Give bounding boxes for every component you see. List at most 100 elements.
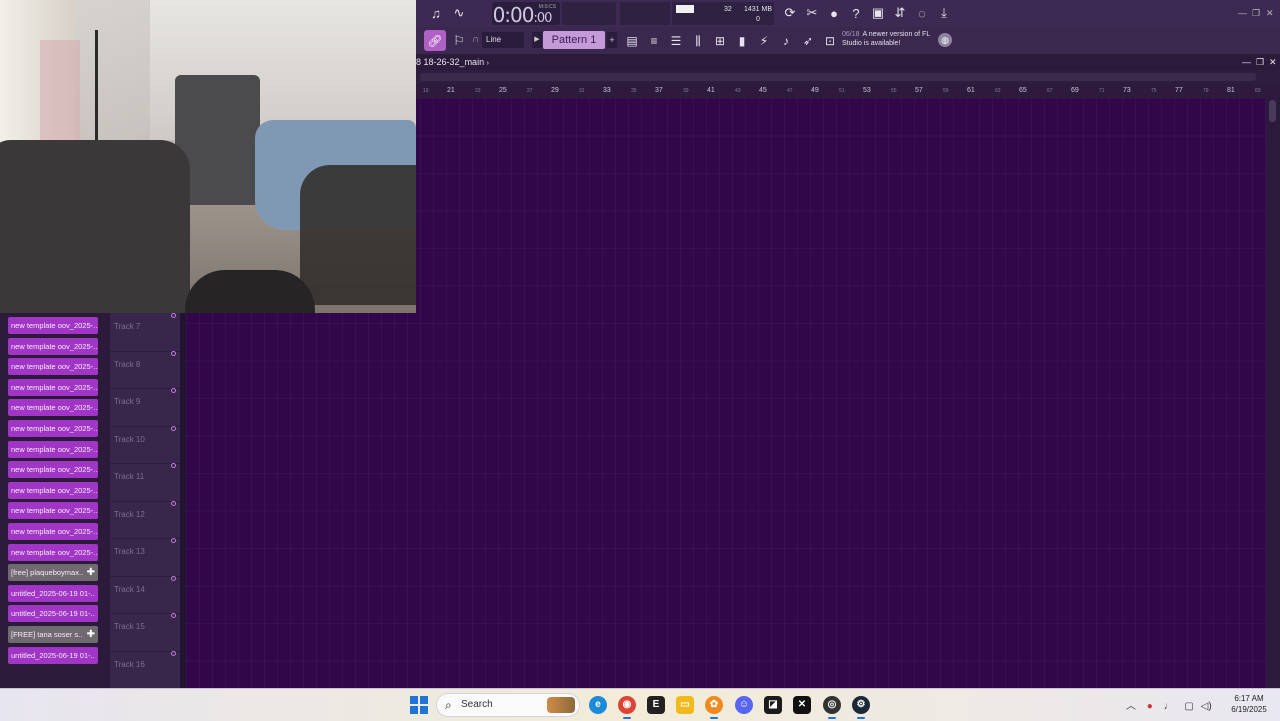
picker-pattern[interactable]: new template oov_2025-.. — [8, 523, 98, 540]
picker-pattern[interactable]: new template oov_2025-.. — [8, 378, 98, 396]
stamp-icon[interactable]: ⚐ — [450, 30, 468, 51]
track-header[interactable]: Track 10 — [110, 425, 180, 464]
steam-icon[interactable]: ⚙ — [852, 696, 870, 719]
track-mute-icon[interactable] — [171, 313, 176, 318]
mic-icon[interactable]: ● — [824, 3, 844, 23]
plugin-icon[interactable]: ⚡︎ — [754, 31, 774, 51]
help-icon[interactable]: ? — [846, 3, 866, 23]
epic-games-icon[interactable]: E — [647, 696, 665, 714]
edge-icon[interactable]: e — [589, 696, 607, 714]
picker-pattern[interactable]: new template oov_2025-.. — [8, 481, 98, 499]
browser-icon[interactable]: ⊞ — [710, 31, 730, 51]
display-icon[interactable]: ▢ — [1184, 701, 1193, 712]
picker-pattern[interactable]: new template oov_2025-.. — [8, 543, 98, 561]
file-icon[interactable]: ▮ — [732, 31, 752, 51]
track-header[interactable]: Track 13 — [110, 538, 180, 577]
add-pattern-button[interactable]: + — [607, 32, 617, 48]
track-mute-icon[interactable] — [171, 463, 176, 468]
globe-icon[interactable]: ◍ — [938, 33, 952, 47]
tempo-icon[interactable]: ♪ — [776, 31, 796, 51]
fl-studio-icon[interactable]: ✿ — [705, 696, 723, 719]
minimize-icon[interactable]: — — [1238, 8, 1247, 18]
piano-roll-icon[interactable]: ☰ — [666, 31, 686, 51]
song-position-box[interactable] — [620, 2, 670, 25]
picker-pattern[interactable]: new template oov_2025-.. — [8, 399, 98, 417]
piano-typing-icon[interactable]: ♫ — [426, 3, 446, 23]
cart-icon[interactable]: ⊡ — [820, 31, 840, 51]
picker-pattern[interactable]: new template oov_2025-.. — [8, 337, 98, 355]
pattern-select[interactable]: Pattern 1 — [543, 31, 605, 49]
close-icon[interactable]: ✕ — [1266, 8, 1274, 19]
obs-icon[interactable]: ◎ — [823, 696, 841, 719]
time-display[interactable]: 0:00:00 M:S:CS — [492, 2, 560, 27]
ruler-minor-label: 39 — [683, 88, 689, 94]
chat-icon[interactable]: ◌ — [912, 3, 932, 23]
picker-pattern[interactable]: new template oov_2025-.. — [8, 502, 98, 520]
track-mute-icon[interactable] — [171, 613, 176, 618]
track-mute-icon[interactable] — [171, 650, 176, 656]
windows-start-icon[interactable] — [410, 696, 428, 714]
tray-app-icon[interactable]: ● — [1147, 701, 1153, 712]
picker-pattern[interactable]: untitled_2025-06-19 01-.. — [8, 605, 98, 623]
chevron-up-icon[interactable]: ︿ — [1126, 701, 1136, 712]
scissors-icon[interactable]: ✂ — [802, 3, 822, 23]
scrollbar-thumb[interactable] — [1269, 100, 1276, 122]
refresh-icon[interactable]: ⟳ — [780, 3, 800, 23]
toolbar-row-1: ♫ ∿ 0:00:00 M:S:CS 32 1431 MB 0 ⟳ ✂ ● ? … — [416, 0, 1280, 27]
close-icon[interactable]: ✕ — [1269, 54, 1277, 70]
picker-pattern[interactable]: new template oov_2025-.. — [8, 420, 98, 437]
speaker-icon[interactable]: ◁) — [1201, 701, 1212, 712]
download-icon[interactable]: ⤓ — [934, 3, 954, 23]
taskbar-clock[interactable]: 6:17 AM 6/19/2025 — [1224, 693, 1274, 715]
track-mute-icon[interactable] — [171, 575, 176, 581]
touch-icon[interactable]: ➶ — [798, 31, 818, 51]
horizontal-scrollbar[interactable] — [416, 70, 1280, 84]
track-header[interactable]: Track 11 — [110, 463, 180, 502]
track-mute-icon[interactable] — [171, 425, 176, 431]
link-icon[interactable]: 🔗︎ — [424, 30, 446, 51]
discord-icon[interactable]: ☺ — [735, 696, 753, 714]
picker-pattern[interactable]: new template oov_2025-.. — [8, 317, 98, 334]
capcut-icon[interactable]: ◪ — [764, 696, 782, 714]
track-mute-icon[interactable] — [171, 388, 176, 393]
scrollbar-thumb[interactable] — [420, 73, 1256, 81]
track-header[interactable]: Track 9 — [110, 388, 180, 427]
restore-icon[interactable]: ❐ — [1256, 54, 1264, 70]
timeline-ruler[interactable]: 21 25 29 33 37 41 45 49 53 57 61 65 69 73 77 81 19 23 27 31… — [416, 84, 1280, 98]
chrome-icon[interactable]: ◉ — [618, 696, 636, 719]
update-notice[interactable]: 06/18 A newer version of FL Studio is ava… — [842, 30, 940, 52]
mixer-icon[interactable]: ⫼ — [688, 31, 708, 51]
tempo-box[interactable] — [562, 2, 616, 25]
track-header[interactable]: Track 15 — [110, 613, 180, 652]
x-app-icon[interactable]: ✕ — [793, 696, 811, 714]
restore-icon[interactable]: ❐ — [1252, 8, 1260, 19]
picker-pattern[interactable]: new template oov_2025-.. — [8, 440, 98, 458]
picker-pattern[interactable]: new template oov_2025-.. — [8, 358, 98, 376]
chevron-right-icon[interactable]: ▶ — [532, 32, 542, 48]
track-mute-icon[interactable] — [171, 500, 176, 506]
picker-pattern[interactable]: untitled_2025-06-19 01-.. — [8, 646, 98, 664]
taskbar-search[interactable]: ⌕ Search — [436, 693, 580, 717]
track-mute-icon[interactable] — [171, 350, 176, 356]
picker-audio-clip[interactable]: [free] plaqueboymax.. ✚ — [8, 564, 98, 582]
playlist-title-bar[interactable]: 8 18-26-32_main › — ❐ ✕ — [416, 54, 1280, 70]
render-icon[interactable]: ⇵ — [890, 3, 910, 23]
channel-rack-icon[interactable]: ≡ — [644, 31, 664, 51]
wave-icon[interactable]: ∿ — [449, 3, 469, 23]
microphone-icon[interactable]: ♩ — [1164, 701, 1174, 712]
picker-audio-clip[interactable]: [FREE] tana soser s.. ✚ — [8, 626, 98, 643]
track-header[interactable]: Track 16 — [110, 650, 180, 689]
file-explorer-icon[interactable]: ▭ — [676, 696, 694, 714]
playlist-icon[interactable]: ▤ — [622, 31, 642, 51]
picker-pattern[interactable]: untitled_2025-06-19 01-.. — [8, 584, 98, 602]
track-header[interactable]: Track 7 — [110, 313, 180, 352]
track-mute-icon[interactable] — [171, 538, 176, 543]
save-icon[interactable]: ▣ — [868, 3, 888, 23]
track-header[interactable]: Track 8 — [110, 350, 180, 389]
vertical-scrollbar[interactable] — [1266, 98, 1280, 688]
snap-select[interactable]: Line — [482, 32, 524, 48]
minimize-icon[interactable]: — — [1242, 54, 1251, 70]
picker-pattern[interactable]: new template oov_2025-.. — [8, 461, 98, 479]
track-header[interactable]: Track 12 — [110, 500, 180, 539]
track-header[interactable]: Track 14 — [110, 575, 180, 614]
